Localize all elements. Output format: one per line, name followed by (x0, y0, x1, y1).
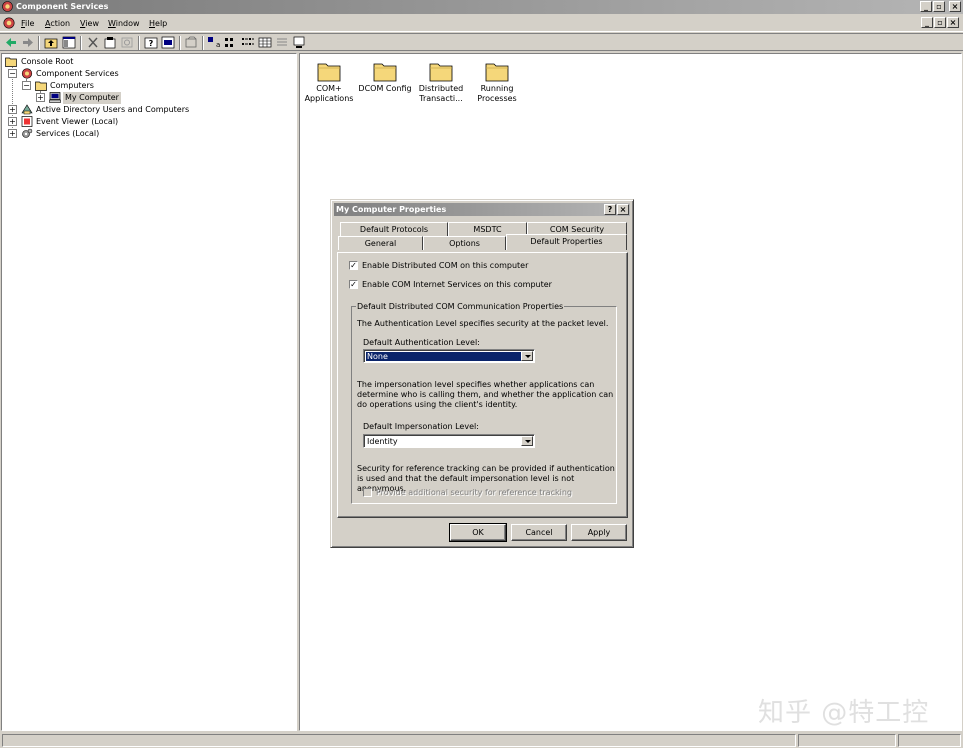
collapse-toggle[interactable]: − (8, 69, 17, 78)
console-tree-pane[interactable]: Console Root − Component Services − Comp… (1, 53, 297, 731)
folder-icon (485, 63, 509, 82)
status-cell-2 (798, 734, 896, 747)
status-bar (0, 733, 963, 748)
services-gear-icon (22, 128, 33, 138)
chevron-down-icon[interactable] (521, 436, 533, 446)
folder-icon (373, 63, 397, 82)
dialog-title-bar: My Computer Properties ? × (334, 203, 630, 216)
ok-button[interactable]: OK (449, 523, 507, 542)
active-directory-icon (21, 104, 33, 115)
component-services-icon (2, 1, 13, 12)
impersonation-level-dropdown[interactable]: Identity (363, 434, 535, 448)
dialog-close-button[interactable]: × (617, 204, 629, 215)
tab-default-properties[interactable]: Default Properties (506, 234, 627, 250)
maximize-button[interactable]: ▫ (933, 1, 945, 12)
toolbar: ? a (0, 33, 963, 51)
window-title: Component Services (16, 2, 109, 11)
menu-view[interactable]: View (80, 19, 99, 28)
folder-icon (317, 63, 341, 82)
impersonation-level-label: Default Impersonation Level: (363, 422, 479, 431)
auth-description: The Authentication Level specifies secur… (357, 319, 609, 328)
dialog-title: My Computer Properties (336, 205, 447, 214)
computer-view-icon[interactable] (292, 36, 306, 49)
item-com-applications[interactable]: COM+ Applications (300, 60, 358, 104)
back-arrow-icon[interactable] (4, 36, 18, 49)
child-minimize-button[interactable]: _ (921, 17, 933, 28)
forward-arrow-icon[interactable] (21, 36, 35, 49)
item-running-processes[interactable]: Running Processes (468, 60, 526, 104)
collapse-toggle[interactable]: − (22, 81, 31, 90)
impersonation-level-value: Identity (367, 437, 398, 446)
refresh-icon[interactable] (120, 36, 134, 49)
chevron-down-icon[interactable] (521, 351, 533, 361)
filter-view-icon[interactable] (275, 36, 289, 49)
auth-level-dropdown[interactable]: None (363, 349, 535, 363)
menu-file[interactable]: File (21, 19, 34, 28)
impersonation-description: The impersonation level specifies whethe… (357, 380, 614, 409)
detail-view-icon[interactable] (258, 36, 272, 49)
checkbox-box[interactable]: ✓ (349, 280, 358, 289)
help-button[interactable]: ? (604, 204, 616, 215)
status-cell-main (2, 734, 796, 747)
expand-toggle[interactable]: + (8, 129, 17, 138)
menu-action[interactable]: Action (45, 19, 70, 28)
up-one-level-icon[interactable] (44, 36, 58, 49)
item-dcom-config[interactable]: DCOM Config (356, 60, 414, 94)
apply-button[interactable]: Apply (571, 524, 627, 541)
child-maximize-button[interactable]: ▫ (934, 17, 946, 28)
list-view-icon[interactable] (241, 36, 255, 49)
svg-text:a: a (216, 41, 220, 49)
expand-toggle[interactable]: + (8, 117, 17, 126)
component-services-icon (21, 68, 33, 79)
checkbox-box[interactable]: ✓ (349, 261, 358, 270)
tab-options[interactable]: Options (423, 236, 506, 250)
menu-help[interactable]: Help (149, 19, 167, 28)
event-viewer-icon (21, 116, 33, 127)
watermark-text: 知乎 @特工控 (758, 698, 930, 728)
stop-icon[interactable] (184, 36, 198, 49)
cancel-button[interactable]: Cancel (511, 524, 567, 541)
auth-level-label: Default Authentication Level: (363, 338, 480, 347)
checkbox-box[interactable] (363, 488, 372, 497)
auth-level-value: None (366, 352, 521, 361)
svg-text:?: ? (149, 39, 154, 48)
console-icon[interactable] (161, 36, 175, 49)
computer-icon (49, 92, 61, 103)
title-bar: Component Services _ ▫ × (0, 0, 963, 14)
dcom-communication-group: Default Distributed COM Communication Pr… (351, 301, 617, 504)
show-hide-tree-icon[interactable] (62, 36, 76, 49)
tab-default-protocols[interactable]: Default Protocols (340, 222, 448, 236)
delete-icon[interactable] (86, 36, 100, 49)
menu-bar: File Action View Window Help _ ▫ × (0, 15, 963, 32)
folder-icon (5, 57, 17, 67)
child-close-button[interactable]: × (947, 17, 959, 28)
large-icons-icon[interactable]: a (207, 36, 221, 49)
close-button[interactable]: × (949, 1, 961, 12)
mmc-icon[interactable] (3, 17, 15, 29)
status-cell-3 (898, 734, 961, 747)
group-title: Default Distributed COM Communication Pr… (356, 301, 565, 312)
my-computer-properties-dialog: My Computer Properties ? × Default Proto… (330, 199, 634, 548)
folder-icon (35, 81, 47, 91)
minimize-button[interactable]: _ (920, 1, 932, 12)
menu-window[interactable]: Window (108, 19, 140, 28)
expand-toggle[interactable]: + (8, 105, 17, 114)
tab-general[interactable]: General (338, 236, 423, 250)
properties-icon[interactable] (103, 36, 117, 49)
default-properties-panel: ✓ Enable Distributed COM on this compute… (337, 252, 628, 518)
help-icon[interactable]: ? (144, 36, 158, 49)
small-icons-icon[interactable] (224, 36, 238, 49)
expand-toggle[interactable]: + (36, 93, 45, 102)
folder-icon (429, 63, 453, 82)
item-distributed-transaction[interactable]: Distributed Transacti... (412, 60, 470, 104)
